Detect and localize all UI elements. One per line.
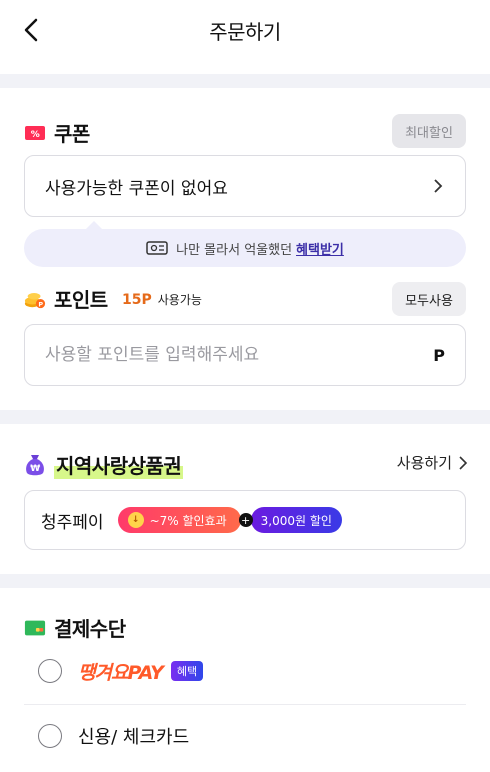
discount-tag: ↓ ~7% 할인효과 — [117, 507, 241, 533]
cash-discount-tag: 3,000원 할인 — [250, 507, 342, 533]
discount-tag-text: ~7% 할인효과 — [149, 513, 227, 528]
point-available-label: 사용가능 — [157, 293, 202, 307]
coupon-section-title: % 쿠폰 — [24, 118, 90, 147]
coupon-select[interactable]: 사용가능한 쿠폰이 없어요 — [24, 155, 466, 217]
payment-title-text: 결제수단 — [54, 617, 126, 641]
section-divider — [0, 574, 490, 588]
max-discount-button[interactable]: 최대할인 — [392, 114, 466, 148]
payment-section-title: 결제수단 — [24, 613, 126, 642]
header: 주문하기 — [0, 0, 490, 60]
coupon-status-text: 사용가능한 쿠폰이 없어요 — [45, 178, 228, 199]
money-bag-icon: ₩ — [24, 454, 46, 476]
banner-tail — [84, 221, 104, 231]
coupon-title-text: 쿠폰 — [54, 122, 90, 146]
use-voucher-label: 사용하기 — [396, 454, 452, 472]
discount-coin-icon: ↓ — [127, 512, 144, 528]
back-button[interactable] — [14, 14, 48, 46]
coupon-icon: % — [24, 122, 46, 144]
plus-icon: + — [238, 513, 253, 527]
ticket-icon — [146, 240, 168, 256]
radio-button[interactable] — [38, 659, 62, 683]
use-voucher-link[interactable]: 사용하기 — [397, 452, 468, 473]
local-pay-item[interactable]: 청주페이 ↓ ~7% 할인효과 + 3,000원 할인 — [24, 490, 466, 550]
point-amount: 15P — [122, 292, 152, 308]
payment-option-ddangyo[interactable]: 땡겨요PAY 혜택 — [24, 640, 466, 702]
benefit-link[interactable]: 혜택받기 — [296, 239, 344, 258]
card-icon — [24, 617, 46, 639]
section-divider — [0, 74, 490, 88]
card-option-label: 신용/ 체크카드 — [78, 726, 190, 748]
point-title-text: 포인트 — [54, 288, 108, 312]
point-section-title: P 포인트 — [24, 284, 108, 313]
point-input-box: P — [24, 324, 466, 386]
point-unit: P — [433, 345, 445, 365]
coins-icon: P — [24, 288, 46, 310]
local-voucher-title-text: 지역사랑상품권 — [54, 450, 184, 479]
radio-button[interactable] — [38, 723, 62, 748]
payment-option-card[interactable]: 신용/ 체크카드 — [24, 704, 466, 766]
benefit-text: 나만 몰라서 억울했던 — [176, 242, 293, 258]
benefit-badge: 혜택 — [170, 661, 204, 681]
benefit-banner[interactable]: 나만 몰라서 억울했던 혜택받기 — [24, 221, 466, 267]
svg-text:P: P — [38, 300, 43, 308]
page-title: 주문하기 — [209, 19, 281, 44]
local-voucher-section-title: ₩ 지역사랑상품권 — [24, 450, 184, 479]
point-available: 15P 사용가능 — [122, 291, 202, 308]
point-input[interactable] — [45, 345, 405, 365]
svg-text:%: % — [31, 130, 40, 140]
use-all-points-button[interactable]: 모두사용 — [392, 282, 466, 316]
ddangyo-pay-logo: 땡겨요PAY — [78, 661, 164, 684]
back-arrow-icon — [24, 18, 38, 42]
chevron-right-icon — [459, 455, 468, 470]
svg-text:₩: ₩ — [30, 464, 40, 474]
chevron-right-icon — [431, 179, 445, 193]
section-divider — [0, 410, 490, 424]
local-pay-name: 청주페이 — [41, 512, 104, 533]
